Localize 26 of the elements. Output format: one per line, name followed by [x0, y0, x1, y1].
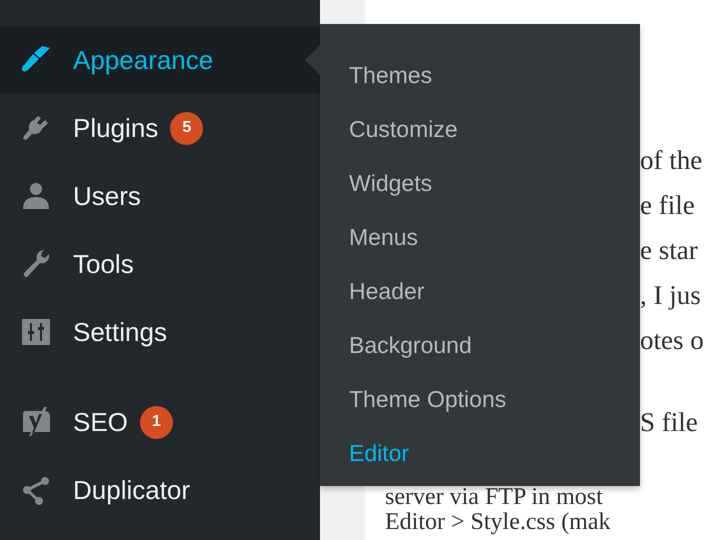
- submenu-item[interactable]: Menus: [320, 210, 640, 264]
- text-line: server via FTP in most: [385, 485, 604, 510]
- submenu-item[interactable]: Widgets: [320, 156, 640, 210]
- text-line: e star: [640, 234, 699, 267]
- menu-item[interactable]: Plugins 5: [0, 94, 320, 162]
- menu-item[interactable]: SEO 1: [0, 388, 320, 456]
- count-badge: 5: [170, 112, 204, 144]
- menu-item[interactable]: Appearance: [0, 26, 320, 94]
- menu-item[interactable]: Settings: [0, 298, 320, 366]
- submenu-item[interactable]: Themes: [320, 48, 640, 102]
- menu-item[interactable]: Duplicator: [0, 456, 320, 524]
- submenu-item[interactable]: Theme Options: [320, 372, 640, 426]
- submenu-item[interactable]: Background: [320, 318, 640, 372]
- sliders-icon: [19, 316, 53, 348]
- submenu-item[interactable]: Header: [320, 264, 640, 318]
- menu-item[interactable]: Users: [0, 162, 320, 230]
- text-line: otes o: [640, 324, 704, 357]
- text-line: , I jus: [640, 279, 702, 312]
- submenu-item[interactable]: Editor: [320, 426, 640, 480]
- text-line: S file: [640, 406, 699, 439]
- submenu-item[interactable]: Customize: [320, 102, 640, 156]
- text-line: e file: [640, 189, 696, 222]
- text-line: Editor > Style.css (mak: [385, 510, 612, 535]
- count-badge: 1: [140, 406, 173, 438]
- menu-item[interactable]: Tools: [0, 230, 320, 298]
- text-line: of the: [640, 144, 704, 177]
